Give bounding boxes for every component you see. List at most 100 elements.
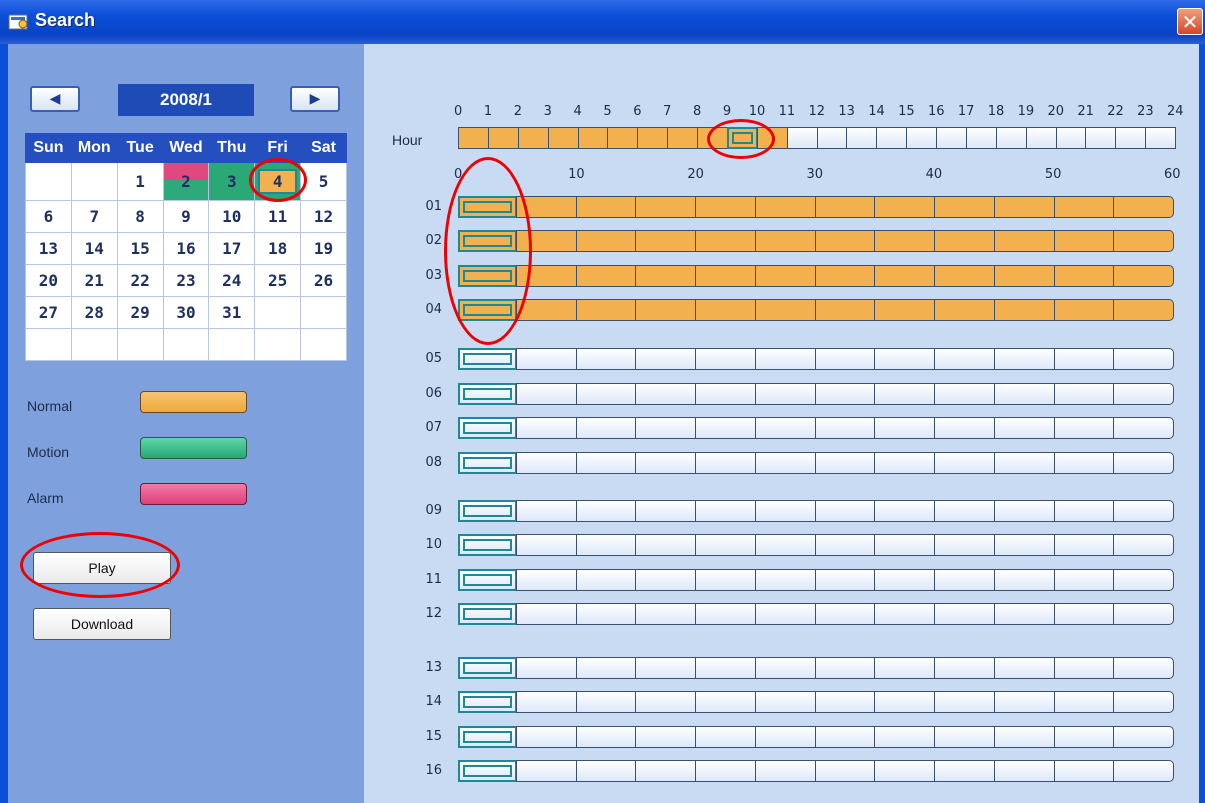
calendar-day[interactable]: 19: [300, 232, 347, 265]
channel-segment-selected[interactable]: [458, 534, 517, 556]
channel-segment[interactable]: [994, 452, 1055, 474]
channel-segment[interactable]: [576, 299, 636, 321]
calendar-day[interactable]: 11: [254, 200, 302, 233]
channel-segment[interactable]: [815, 417, 875, 439]
channel-segment[interactable]: [516, 230, 577, 252]
channel-segment[interactable]: [755, 500, 816, 522]
channel-segment-selected[interactable]: [458, 760, 517, 782]
channel-segment[interactable]: [1113, 691, 1174, 713]
channel-segment[interactable]: [874, 726, 935, 748]
channel-segment[interactable]: [576, 452, 636, 474]
channel-segment[interactable]: [576, 534, 636, 556]
channel-segment[interactable]: [576, 569, 636, 591]
channel-segment[interactable]: [635, 452, 696, 474]
calendar-day[interactable]: 25: [254, 264, 302, 297]
channel-segment[interactable]: [755, 657, 816, 679]
channel-segment[interactable]: [635, 265, 696, 287]
channel-segment[interactable]: [1113, 500, 1174, 522]
channel-segment[interactable]: [874, 500, 935, 522]
calendar-day[interactable]: 17: [208, 232, 256, 265]
channel-segment[interactable]: [516, 569, 577, 591]
calendar-day[interactable]: 28: [70, 296, 118, 329]
channel-segment[interactable]: [874, 760, 935, 782]
channel-segment[interactable]: [1113, 383, 1174, 405]
channel-segment[interactable]: [635, 230, 696, 252]
channel-segment[interactable]: [994, 691, 1055, 713]
channel-segment[interactable]: [695, 569, 756, 591]
channel-segment[interactable]: [815, 500, 875, 522]
channel-segment[interactable]: [874, 348, 935, 370]
channel-segment[interactable]: [934, 196, 995, 218]
channel-segment[interactable]: [934, 657, 995, 679]
channel-segment[interactable]: [994, 299, 1055, 321]
channel-segment[interactable]: [635, 299, 696, 321]
channel-segment[interactable]: [994, 348, 1055, 370]
hour-cell[interactable]: [488, 127, 519, 149]
hour-cell[interactable]: [637, 127, 668, 149]
hour-cell[interactable]: [936, 127, 967, 149]
next-month-button[interactable]: ▶: [290, 86, 340, 112]
channel-segment[interactable]: [934, 760, 995, 782]
channel-segment[interactable]: [815, 691, 875, 713]
channel-segment[interactable]: [635, 657, 696, 679]
channel-segment[interactable]: [994, 726, 1055, 748]
channel-segment[interactable]: [994, 196, 1055, 218]
channel-segment[interactable]: [1113, 230, 1174, 252]
calendar-day[interactable]: 23: [162, 264, 210, 297]
channel-segment[interactable]: [695, 230, 756, 252]
play-button[interactable]: Play: [33, 552, 171, 584]
channel-segment[interactable]: [994, 603, 1055, 625]
channel-segment[interactable]: [695, 383, 756, 405]
channel-segment-selected[interactable]: [458, 452, 517, 474]
channel-segment[interactable]: [934, 417, 995, 439]
channel-segment[interactable]: [934, 500, 995, 522]
channel-segment[interactable]: [635, 534, 696, 556]
calendar-day[interactable]: 8: [116, 200, 164, 233]
channel-segment[interactable]: [516, 760, 577, 782]
hour-cell[interactable]: [817, 127, 848, 149]
hour-cell[interactable]: [518, 127, 549, 149]
channel-segment[interactable]: [695, 348, 756, 370]
calendar-day[interactable]: 27: [25, 296, 72, 329]
channel-segment[interactable]: [874, 383, 935, 405]
channel-segment-selected[interactable]: [458, 383, 517, 405]
channel-segment-selected[interactable]: [458, 230, 517, 252]
channel-segment[interactable]: [934, 726, 995, 748]
channel-segment[interactable]: [994, 417, 1055, 439]
channel-segment[interactable]: [1054, 417, 1114, 439]
calendar-day[interactable]: 1: [116, 162, 164, 201]
calendar-day[interactable]: 15: [116, 232, 164, 265]
channel-segment[interactable]: [576, 196, 636, 218]
channel-segment[interactable]: [815, 196, 875, 218]
channel-segment[interactable]: [755, 299, 816, 321]
channel-segment-selected[interactable]: [458, 265, 517, 287]
calendar-day[interactable]: 24: [208, 264, 256, 297]
channel-segment[interactable]: [1054, 760, 1114, 782]
channel-segment[interactable]: [1054, 500, 1114, 522]
channel-segment[interactable]: [576, 500, 636, 522]
channel-segment[interactable]: [815, 383, 875, 405]
channel-segment[interactable]: [576, 760, 636, 782]
channel-segment[interactable]: [874, 534, 935, 556]
channel-segment[interactable]: [994, 383, 1055, 405]
channel-segment-selected[interactable]: [458, 657, 517, 679]
channel-segment[interactable]: [635, 383, 696, 405]
channel-segment[interactable]: [934, 299, 995, 321]
channel-segment[interactable]: [576, 726, 636, 748]
hour-cell[interactable]: [966, 127, 997, 149]
channel-segment[interactable]: [1054, 603, 1114, 625]
channel-segment[interactable]: [1054, 726, 1114, 748]
hour-cell[interactable]: [458, 127, 489, 149]
channel-segment[interactable]: [934, 230, 995, 252]
channel-segment[interactable]: [1113, 299, 1174, 321]
channel-segment[interactable]: [874, 230, 935, 252]
channel-segment[interactable]: [576, 383, 636, 405]
channel-segment[interactable]: [934, 452, 995, 474]
channel-segment[interactable]: [635, 196, 696, 218]
channel-segment[interactable]: [695, 657, 756, 679]
channel-segment[interactable]: [874, 196, 935, 218]
channel-segment[interactable]: [815, 230, 875, 252]
channel-segment[interactable]: [1054, 383, 1114, 405]
channel-segment[interactable]: [815, 726, 875, 748]
channel-segment[interactable]: [815, 265, 875, 287]
